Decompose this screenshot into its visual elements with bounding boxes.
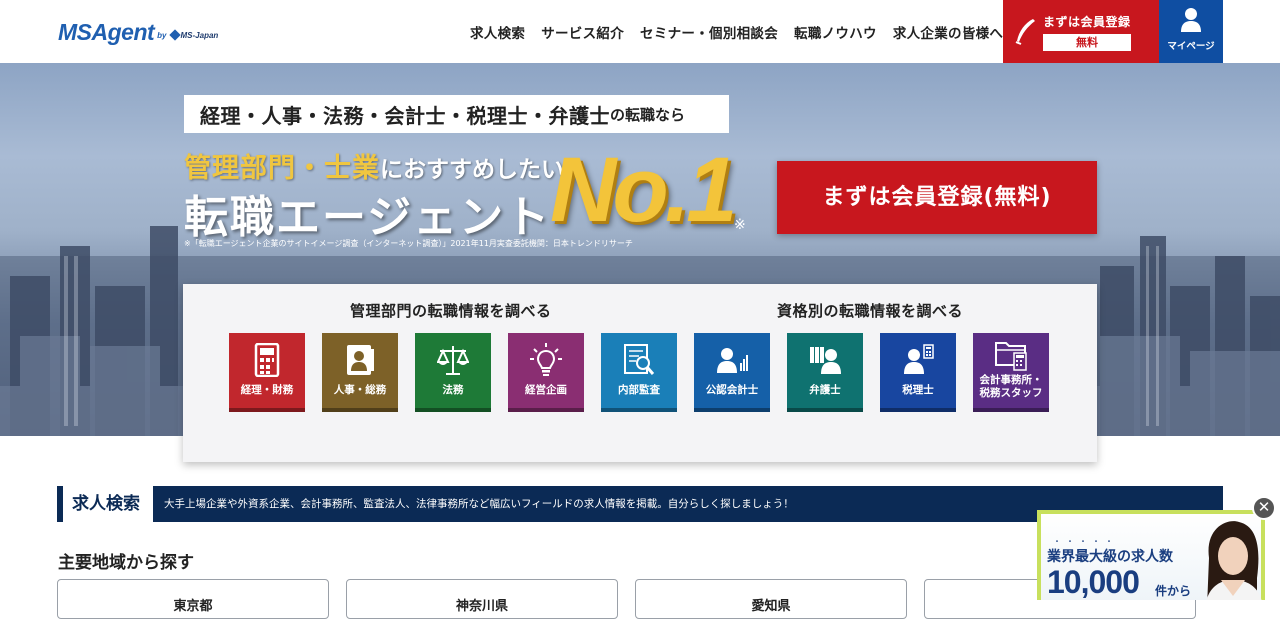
tile-legal[interactable]: 法務 — [415, 333, 491, 412]
tile-label: 経理・財務 — [240, 384, 294, 396]
region-button-tokyo[interactable]: 東京都 — [57, 579, 329, 619]
search-panel: 管理部門の転職情報を調べる 資格別の転職情報を調べる 経理・財務 人事・総務 法… — [183, 284, 1097, 462]
hero-note-mark: ※ — [734, 217, 746, 233]
no1-badge: No.1 — [550, 139, 737, 241]
tile-label-line1: 会計事務所・ — [979, 374, 1043, 386]
accountant-icon — [717, 348, 748, 373]
audit-document-icon — [624, 344, 655, 375]
calculator-icon — [254, 343, 280, 377]
register-button[interactable]: まずは会員登録 無料 — [1003, 0, 1159, 63]
tile-label: 公認会計士 — [705, 384, 759, 396]
license-heading: 資格別の転職情報を調べる — [777, 302, 964, 320]
tile-tax-accountant[interactable]: 税理士 — [880, 333, 956, 412]
hero-headline-gold: 管理部門・士業 — [184, 153, 380, 184]
tile-accounting[interactable]: 経理・財務 — [229, 333, 305, 412]
hero-tagline: 経理・人事・法務・会計士・税理士・弁護士 の転職なら — [184, 95, 729, 133]
lawyer-icon — [810, 347, 841, 374]
mypage-label: マイページ — [1167, 41, 1215, 52]
nav-seminars[interactable]: セミナー・個別相談会 — [640, 22, 778, 42]
register-free-badge: 無料 — [1043, 34, 1131, 51]
tile-label: 税理士 — [902, 384, 934, 396]
region-button-aichi[interactable]: 愛知県 — [635, 579, 907, 619]
job-search-heading: 求人検索 — [57, 486, 153, 522]
tile-label: 弁護士 — [809, 384, 841, 396]
ad-suffix: 件から — [1155, 584, 1192, 598]
hero-headline-white: におすすめしたい — [380, 157, 564, 183]
floating-ad[interactable]: ・・・・・ 業界最大級の求人数 10,000 件から — [1037, 510, 1265, 600]
logo-by: by — [157, 31, 167, 40]
tax-accountant-icon — [904, 344, 934, 374]
site-logo[interactable]: MSAgent by MS-Japan — [58, 18, 218, 46]
main-nav: 求人検索 サービス紹介 セミナー・個別相談会 転職ノウハウ 求人企業の皆様へ — [470, 0, 1019, 63]
mypage-button[interactable]: マイページ — [1159, 0, 1223, 63]
hero-tagline-suffix: の転職なら — [610, 105, 686, 124]
logo-diamond-icon — [168, 29, 181, 41]
hero-register-button[interactable]: まずは会員登録(無料) — [777, 161, 1097, 234]
lightbulb-icon — [530, 343, 562, 376]
nav-for-companies[interactable]: 求人企業の皆様へ — [893, 22, 1003, 42]
region-button-kanagawa[interactable]: 神奈川県 — [346, 579, 618, 619]
register-label: まずは会員登録 — [1043, 15, 1131, 29]
tile-label: 人事・総務 — [333, 384, 387, 396]
hero-footnote: ※「転職エージェント企業のサイトイメージ調査（インターネット調査）」2021年1… — [184, 239, 633, 248]
tile-label: 会計事務所・ 税務スタッフ — [973, 374, 1049, 400]
woman-photo-image — [1206, 521, 1262, 600]
tile-label: 内部監査 — [618, 384, 660, 396]
hero-headline-2: 転職エージェント — [184, 192, 552, 243]
ad-headline: 業界最大級の求人数 — [1047, 549, 1173, 565]
tile-label-line2: 税務スタッフ — [979, 387, 1043, 399]
id-card-icon — [347, 345, 374, 375]
logo-text: MSAgent — [58, 19, 155, 45]
ad-close-icon[interactable]: ✕ — [1252, 496, 1276, 520]
scales-icon — [437, 346, 469, 375]
folder-calculator-icon — [995, 342, 1027, 371]
ad-panel: ・・・・・ 業界最大級の求人数 10,000 件から — [1041, 514, 1262, 600]
pen-icon — [1015, 19, 1035, 45]
tile-cpa[interactable]: 公認会計士 — [694, 333, 770, 412]
tile-accounting-firm[interactable]: 会計事務所・ 税務スタッフ — [973, 333, 1049, 412]
person-icon — [1181, 8, 1201, 32]
site-header: MSAgent by MS-Japan 求人検索 サービス紹介 セミナー・個別相… — [0, 0, 1280, 63]
nav-services[interactable]: サービス紹介 — [541, 22, 624, 42]
hero-headline-1: 管理部門・士業におすすめしたい — [184, 146, 564, 185]
logo-company: MS-Japan — [180, 31, 219, 40]
tile-label: 経営企画 — [525, 384, 567, 396]
tile-lawyer[interactable]: 弁護士 — [787, 333, 863, 412]
tile-corporate-planning[interactable]: 経営企画 — [508, 333, 584, 412]
ad-job-count: 10,000 — [1047, 564, 1140, 600]
nav-career-knowhow[interactable]: 転職ノウハウ — [794, 22, 877, 42]
job-search-description: 大手上場企業や外資系企業、会計事務所、監査法人、法律事務所など幅広いフィールドの… — [164, 498, 794, 510]
tile-internal-audit[interactable]: 内部監査 — [601, 333, 677, 412]
region-heading: 主要地域から探す — [58, 553, 194, 573]
tile-hr[interactable]: 人事・総務 — [322, 333, 398, 412]
nav-job-search[interactable]: 求人検索 — [470, 22, 525, 42]
tile-label: 法務 — [442, 384, 464, 396]
hero-tagline-main: 経理・人事・法務・会計士・税理士・弁護士 — [200, 103, 610, 128]
dept-heading: 管理部門の転職情報を調べる — [350, 302, 552, 320]
